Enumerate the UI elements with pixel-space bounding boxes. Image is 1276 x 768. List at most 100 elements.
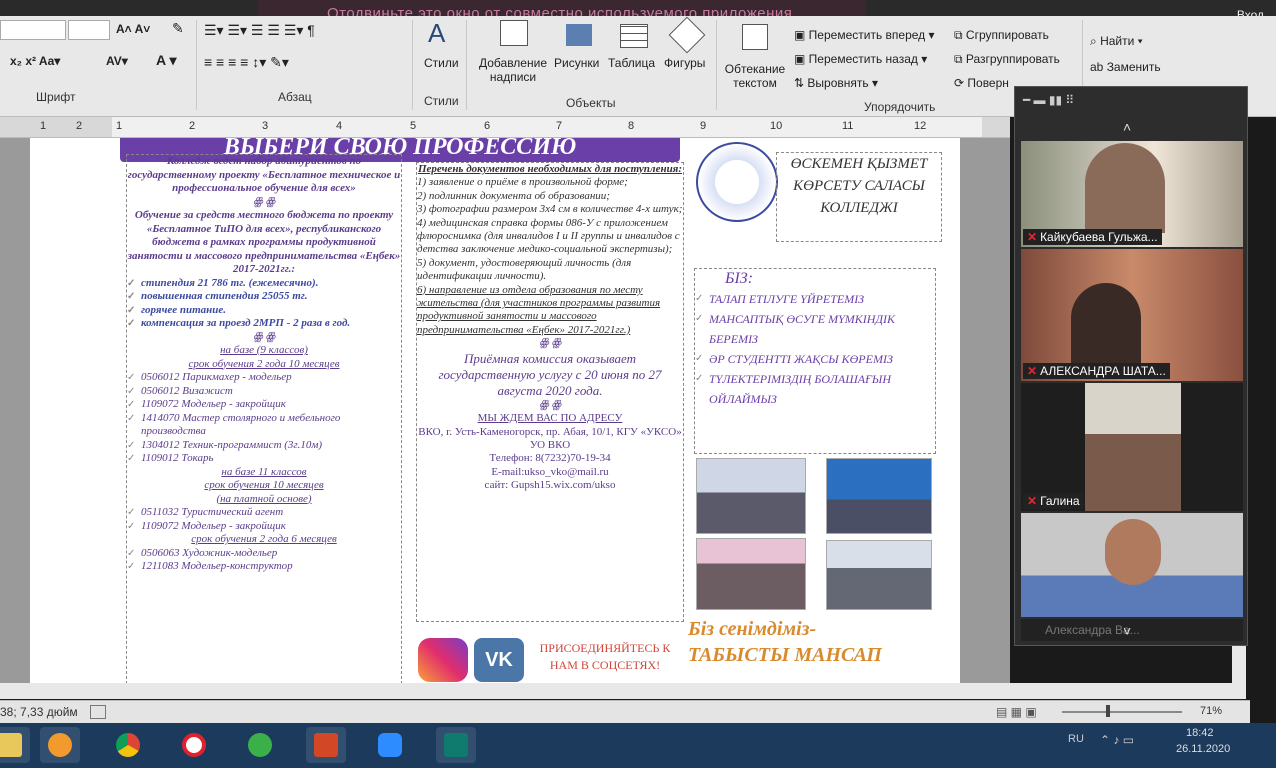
pictures-button[interactable]: Рисунки — [554, 56, 599, 70]
table-icon[interactable] — [620, 24, 648, 48]
mic-muted-icon: ✕ — [1027, 364, 1038, 378]
ruler-tick: 12 — [914, 120, 927, 132]
macro-icon[interactable] — [90, 705, 106, 719]
taskbar-app[interactable] — [306, 727, 346, 763]
wrap-text-icon[interactable] — [742, 24, 768, 50]
media-player-icon — [48, 733, 72, 757]
styles-group-label: Стили — [424, 94, 459, 108]
char-spacing-icon[interactable]: AV▾ — [106, 54, 128, 68]
biz-item: ТҮЛЕКТЕРІМІЗДІҢ БОЛАШАҒЫН ОЙЛАЙМЫЗ — [695, 369, 935, 409]
participant-video — [1071, 283, 1141, 373]
participant-video — [1085, 143, 1165, 233]
horizontal-scrollbar-track[interactable] — [0, 683, 1010, 699]
instagram-icon[interactable] — [418, 638, 468, 682]
rotate-button[interactable]: ⟳ Поверн — [954, 76, 1009, 90]
powerpoint-icon — [314, 733, 338, 757]
video-tile[interactable]: ✕ Кайкубаева Гульжа... — [1021, 141, 1243, 247]
tray-icons[interactable]: ⌃ ♪ ▭ — [1100, 733, 1134, 747]
video-tile[interactable]: ✕ Галина — [1021, 383, 1243, 511]
zoom-participants-panel[interactable]: ━ ▬ ▮▮ ⠿ ˄ ✕ Кайкубаева Гульжа... ✕ АЛЕКСА… — [1014, 86, 1248, 646]
publisher-icon — [444, 733, 468, 757]
page[interactable]: ВЫБЕРИ СВОЮ ПРОФЕССИЮ Колледж ведет набо… — [30, 138, 960, 684]
participant-name-bar: Александра Ва... — [1021, 619, 1243, 641]
folder-icon — [0, 733, 22, 757]
ruler-tick: 6 — [484, 120, 491, 132]
bring-forward-label: Переместить вперед — [808, 28, 926, 42]
table-button[interactable]: Таблица — [608, 56, 655, 70]
ungroup-button[interactable]: ⧉ Разгруппировать — [954, 52, 1060, 67]
textbox-icon[interactable] — [500, 20, 528, 46]
find-button[interactable]: ⌕ Найти ▾ — [1090, 34, 1143, 49]
align-button[interactable]: ⇅ Выровнять ▾ — [794, 76, 878, 90]
replace-button[interactable]: ab Заменить — [1090, 60, 1161, 74]
email-text: E-mail:ukso_vko@mail.ru — [491, 465, 609, 478]
video-tile[interactable]: ✕ АЛЕКСАНДРА ШАТА... — [1021, 249, 1243, 381]
zoom-level[interactable]: 71% — [1200, 705, 1222, 717]
font-group-label: Шрифт — [36, 90, 76, 104]
shapes-button[interactable]: Фигуры — [664, 56, 705, 70]
doc-item: 2) подлинник документа об образовании; — [417, 189, 610, 202]
ruler-tick: 9 — [700, 120, 707, 132]
view-buttons[interactable]: ▤ ▦ ▣ — [996, 705, 1037, 719]
font-color-icon[interactable]: A ▾ — [156, 52, 177, 69]
shapes-icon[interactable] — [668, 16, 706, 54]
benefit-item: горячее питание. — [127, 304, 401, 318]
send-backward-button[interactable]: ▣ Переместить назад ▾ — [794, 52, 927, 66]
bring-forward-button[interactable]: ▣ Переместить вперед ▾ — [794, 28, 935, 42]
zoom-slider-thumb[interactable] — [1106, 705, 1110, 717]
profession-item: 1304012 Техник-программист (3г.10м) — [127, 439, 401, 453]
objects-group-label: Объекты — [566, 96, 616, 110]
biz-title: БІЗ: — [725, 270, 754, 287]
font-name-box[interactable] — [0, 20, 66, 40]
taskbar: RU ⌃ ♪ ▭ 18:42 26.11.2020 — [0, 723, 1276, 768]
vk-icon[interactable]: VK — [474, 638, 524, 682]
motto: Біз сенімдіміз- ТАБЫСТЫ МАНСАП — [688, 616, 940, 668]
grow-font-icon[interactable]: A˄ A˅ — [116, 22, 150, 36]
taskbar-app[interactable] — [174, 727, 214, 763]
font-size-box[interactable] — [68, 20, 110, 40]
align-icons[interactable]: ≡ ≡ ≡ ≡ ↕▾ ✎▾ — [204, 54, 289, 71]
add-caption-button[interactable]: Добавление надписи — [476, 56, 550, 84]
taskbar-app[interactable] — [0, 727, 30, 763]
arrange-group-label: Упорядочить — [864, 100, 936, 114]
doc-item: 6) направление из отдела образования по … — [417, 283, 661, 336]
taskbar-app[interactable] — [436, 727, 476, 763]
ruler-tick: 10 — [770, 120, 783, 132]
status-bar: 38; 7,33 дюйм ▤ ▦ ▣ 71% — [0, 700, 1250, 723]
taskbar-app[interactable] — [40, 727, 80, 763]
taskbar-app[interactable] — [370, 727, 410, 763]
video-tile[interactable] — [1021, 513, 1243, 617]
ruler-tick: 1 — [40, 120, 47, 132]
participant-name-text: Галина — [1040, 494, 1080, 508]
find-label: Найти — [1100, 34, 1135, 48]
benefit-item: компенсация за проезд 2МРП - 2 раза в го… — [127, 317, 401, 331]
divider — [716, 20, 717, 110]
chevron-up-icon[interactable]: ˄ — [1123, 119, 1131, 135]
mic-muted-icon: ✕ — [1027, 494, 1038, 508]
panel-controls[interactable]: ━ ▬ ▮▮ ⠿ — [1023, 93, 1074, 107]
commission-text: Приёмная комиссия оказывает государствен… — [438, 350, 662, 398]
clear-format-icon[interactable]: ✎ — [172, 20, 184, 37]
group-button[interactable]: ⧉ Сгруппировать — [954, 28, 1049, 43]
pictures-icon[interactable] — [566, 24, 592, 46]
zoom-slider[interactable] — [1062, 711, 1182, 713]
site-text: сайт: Gupsh15.wix.com/ukso — [484, 479, 616, 492]
styles-button[interactable]: Стили — [424, 56, 459, 70]
photo-group-4 — [826, 540, 932, 610]
horizontal-ruler[interactable]: 1 2 1 2 3 4 5 6 7 8 9 10 11 12 — [0, 117, 1010, 138]
bullets-icon[interactable]: ☰▾ ☰▾ ☰ ☰ ☰▾ ¶ — [204, 22, 315, 39]
participant-name-text: АЛЕКСАНДРА ШАТА... — [1040, 364, 1166, 378]
language-indicator[interactable]: RU — [1068, 733, 1084, 745]
wrap-text-button[interactable]: Обтекание текстом — [722, 62, 788, 90]
base9-label: на базе (9 классов) — [220, 344, 308, 356]
styles-icon[interactable]: A — [428, 18, 445, 49]
chevron-down-icon[interactable]: ˅ — [1123, 623, 1131, 639]
document-area[interactable]: ВЫБЕРИ СВОЮ ПРОФЕССИЮ Колледж ведет набо… — [0, 138, 1010, 684]
ruler-tick: 2 — [76, 120, 83, 132]
subscript-icon[interactable]: x₂ x² Aa▾ — [10, 54, 60, 68]
horizontal-scrollbar[interactable] — [1010, 683, 1246, 699]
taskbar-app[interactable] — [108, 727, 148, 763]
taskbar-app[interactable] — [240, 727, 280, 763]
ruler-tick: 11 — [842, 120, 854, 132]
profession-item: 1414070 Мастер столярного и мебельного п… — [127, 412, 401, 439]
